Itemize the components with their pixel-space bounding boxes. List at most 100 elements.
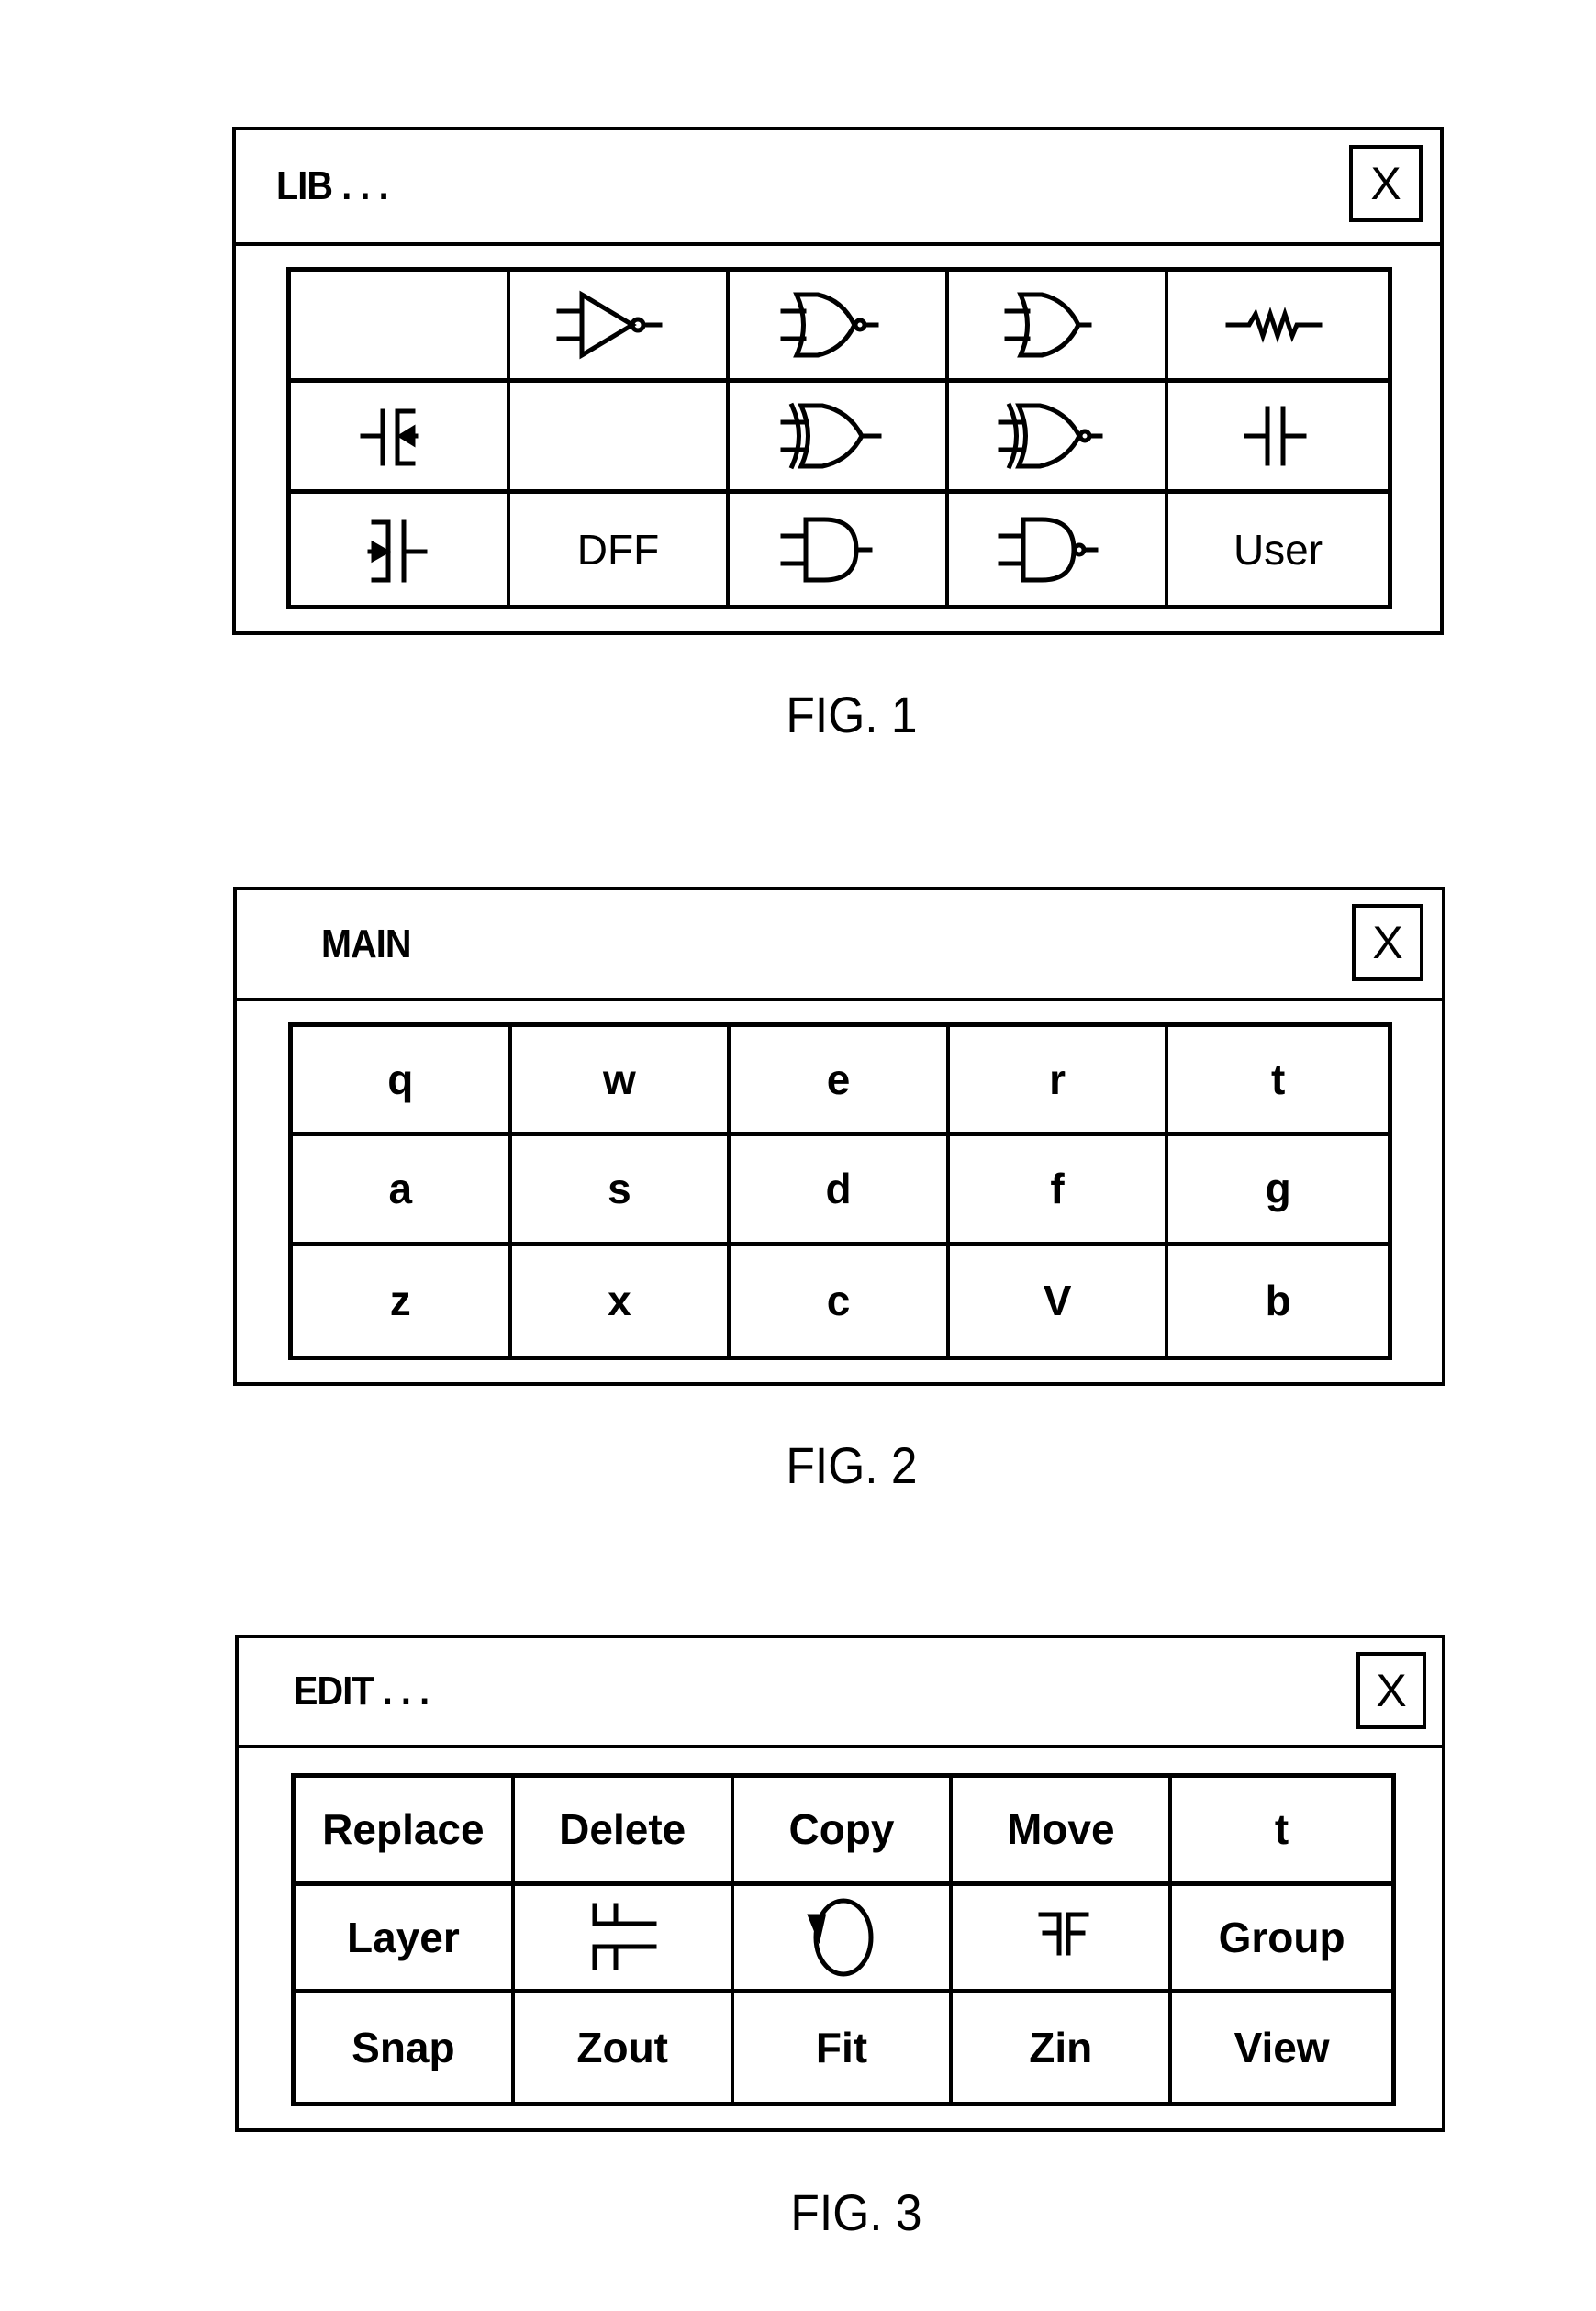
rotate-icon (807, 1898, 874, 1977)
inverter-icon (556, 290, 662, 360)
key-b[interactable]: b (1168, 1246, 1388, 1356)
lib-cell-inverter[interactable] (510, 272, 730, 383)
lib-cell-user[interactable]: User (1168, 494, 1388, 605)
lib-grid: DFF User (286, 267, 1392, 609)
lib-cell-capacitor[interactable] (1168, 383, 1388, 494)
button-label: Delete (559, 1805, 686, 1854)
close-icon: X (1372, 917, 1403, 968)
edit-snap-button[interactable]: Snap (296, 1993, 515, 2102)
edit-split-button[interactable] (514, 1885, 734, 1994)
key-label: t (1271, 1055, 1286, 1104)
edit-layer-button[interactable]: Layer (296, 1885, 515, 1994)
key-x[interactable]: x (512, 1245, 731, 1356)
nmos-transistor-icon (360, 408, 418, 466)
key-t[interactable]: t (1168, 1027, 1388, 1137)
lib-cell-or[interactable] (949, 272, 1168, 383)
button-label: Zout (576, 2024, 668, 2072)
button-label: Replace (322, 1805, 485, 1854)
figure-2-caption: FIG. 2 (786, 1436, 918, 1494)
key-label: c (826, 1277, 851, 1325)
user-label: User (1233, 525, 1323, 574)
button-label: Move (1006, 1805, 1115, 1854)
lib-cell-pmos[interactable] (291, 494, 510, 605)
edit-t-button[interactable]: t (1172, 1778, 1391, 1886)
close-icon: X (1370, 158, 1401, 209)
lib-cell-xnor[interactable] (949, 383, 1168, 494)
main-close-button[interactable]: X (1352, 904, 1423, 981)
xor-gate-icon (780, 402, 881, 470)
key-label: a (388, 1165, 413, 1213)
lib-cell-xor[interactable] (730, 383, 949, 494)
edit-delete-button[interactable]: Delete (514, 1778, 734, 1886)
key-e[interactable]: e (731, 1027, 950, 1137)
lib-titlebar: LIB . . . X (236, 130, 1440, 246)
dff-label: DFF (576, 525, 660, 574)
key-label: e (826, 1055, 851, 1104)
figure-3-caption: FIG. 3 (790, 2183, 922, 2241)
edit-group-button[interactable]: Group (1172, 1886, 1391, 1994)
resistor-icon (1225, 307, 1322, 343)
edit-titlebar: EDIT . . . X (239, 1638, 1442, 1748)
key-g[interactable]: g (1168, 1136, 1388, 1246)
edit-window-title: EDIT . . . (294, 1669, 430, 1714)
key-z[interactable]: z (293, 1245, 512, 1356)
lib-cell-nmos[interactable] (291, 383, 510, 494)
main-titlebar: MAIN X (237, 890, 1442, 1001)
key-label: b (1265, 1277, 1291, 1325)
edit-command-grid: Replace Delete Copy Move t Layer Group S… (291, 1773, 1396, 2106)
key-q[interactable]: q (293, 1027, 512, 1137)
key-label: w (603, 1055, 636, 1104)
capacitor-icon (1244, 406, 1306, 466)
lib-cell-dff[interactable]: DFF (510, 494, 730, 605)
edit-mirror-button[interactable] (953, 1885, 1173, 1994)
key-label: f (1050, 1165, 1065, 1213)
nor-gate-icon (780, 292, 878, 358)
or-gate-icon (1004, 292, 1091, 358)
key-d[interactable]: d (731, 1136, 950, 1246)
key-r[interactable]: r (949, 1027, 1169, 1137)
edit-rotate-button[interactable] (733, 1885, 954, 1994)
edit-fit-button[interactable]: Fit (734, 1993, 954, 2102)
edit-move-button[interactable]: Move (953, 1778, 1173, 1886)
pmos-transistor-icon (367, 519, 427, 582)
edit-window: EDIT . . . X Replace Delete Copy Move t … (235, 1635, 1445, 2132)
and-gate-icon (780, 517, 872, 582)
key-label: z (389, 1277, 411, 1325)
button-label: Layer (347, 1913, 460, 1961)
lib-cell-blank[interactable] (291, 272, 510, 383)
key-c[interactable]: c (731, 1245, 950, 1356)
main-window: MAIN X q w e r t a s d f g z x c V b (233, 887, 1445, 1386)
lib-cell-nand[interactable] (949, 494, 1168, 605)
lib-close-button[interactable]: X (1349, 145, 1423, 222)
key-label: d (825, 1165, 852, 1213)
edit-zin-button[interactable]: Zin (953, 1993, 1173, 2102)
button-label: Fit (815, 2024, 868, 2072)
button-label: t (1274, 1805, 1289, 1854)
edit-close-button[interactable]: X (1356, 1652, 1426, 1729)
edit-replace-button[interactable]: Replace (296, 1778, 515, 1886)
key-label: r (1049, 1055, 1066, 1104)
button-label: Zin (1029, 2024, 1093, 2072)
edit-view-button[interactable]: View (1172, 1993, 1391, 2102)
button-label: Copy (788, 1805, 895, 1854)
edit-zout-button[interactable]: Zout (515, 1993, 734, 2102)
lib-cell-blank-2[interactable] (510, 383, 730, 494)
edit-copy-button[interactable]: Copy (733, 1778, 954, 1886)
close-icon: X (1376, 1665, 1407, 1716)
key-w[interactable]: w (511, 1027, 731, 1137)
figure-1-caption: FIG. 1 (786, 686, 918, 743)
key-v[interactable]: V (950, 1245, 1169, 1356)
key-label: g (1265, 1165, 1291, 1213)
main-key-grid: q w e r t a s d f g z x c V b (288, 1022, 1392, 1360)
key-s[interactable]: s (511, 1136, 731, 1246)
key-a[interactable]: a (293, 1136, 512, 1246)
xnor-gate-icon (998, 402, 1102, 470)
main-window-title: MAIN (321, 921, 411, 966)
key-f[interactable]: f (949, 1136, 1169, 1246)
lib-cell-resistor[interactable] (1168, 272, 1388, 383)
lib-cell-and[interactable] (730, 494, 949, 605)
key-label: q (387, 1055, 414, 1104)
lib-cell-nor[interactable] (730, 272, 949, 383)
button-label: Snap (352, 2024, 455, 2072)
split-horizontal-icon (592, 1903, 657, 1970)
